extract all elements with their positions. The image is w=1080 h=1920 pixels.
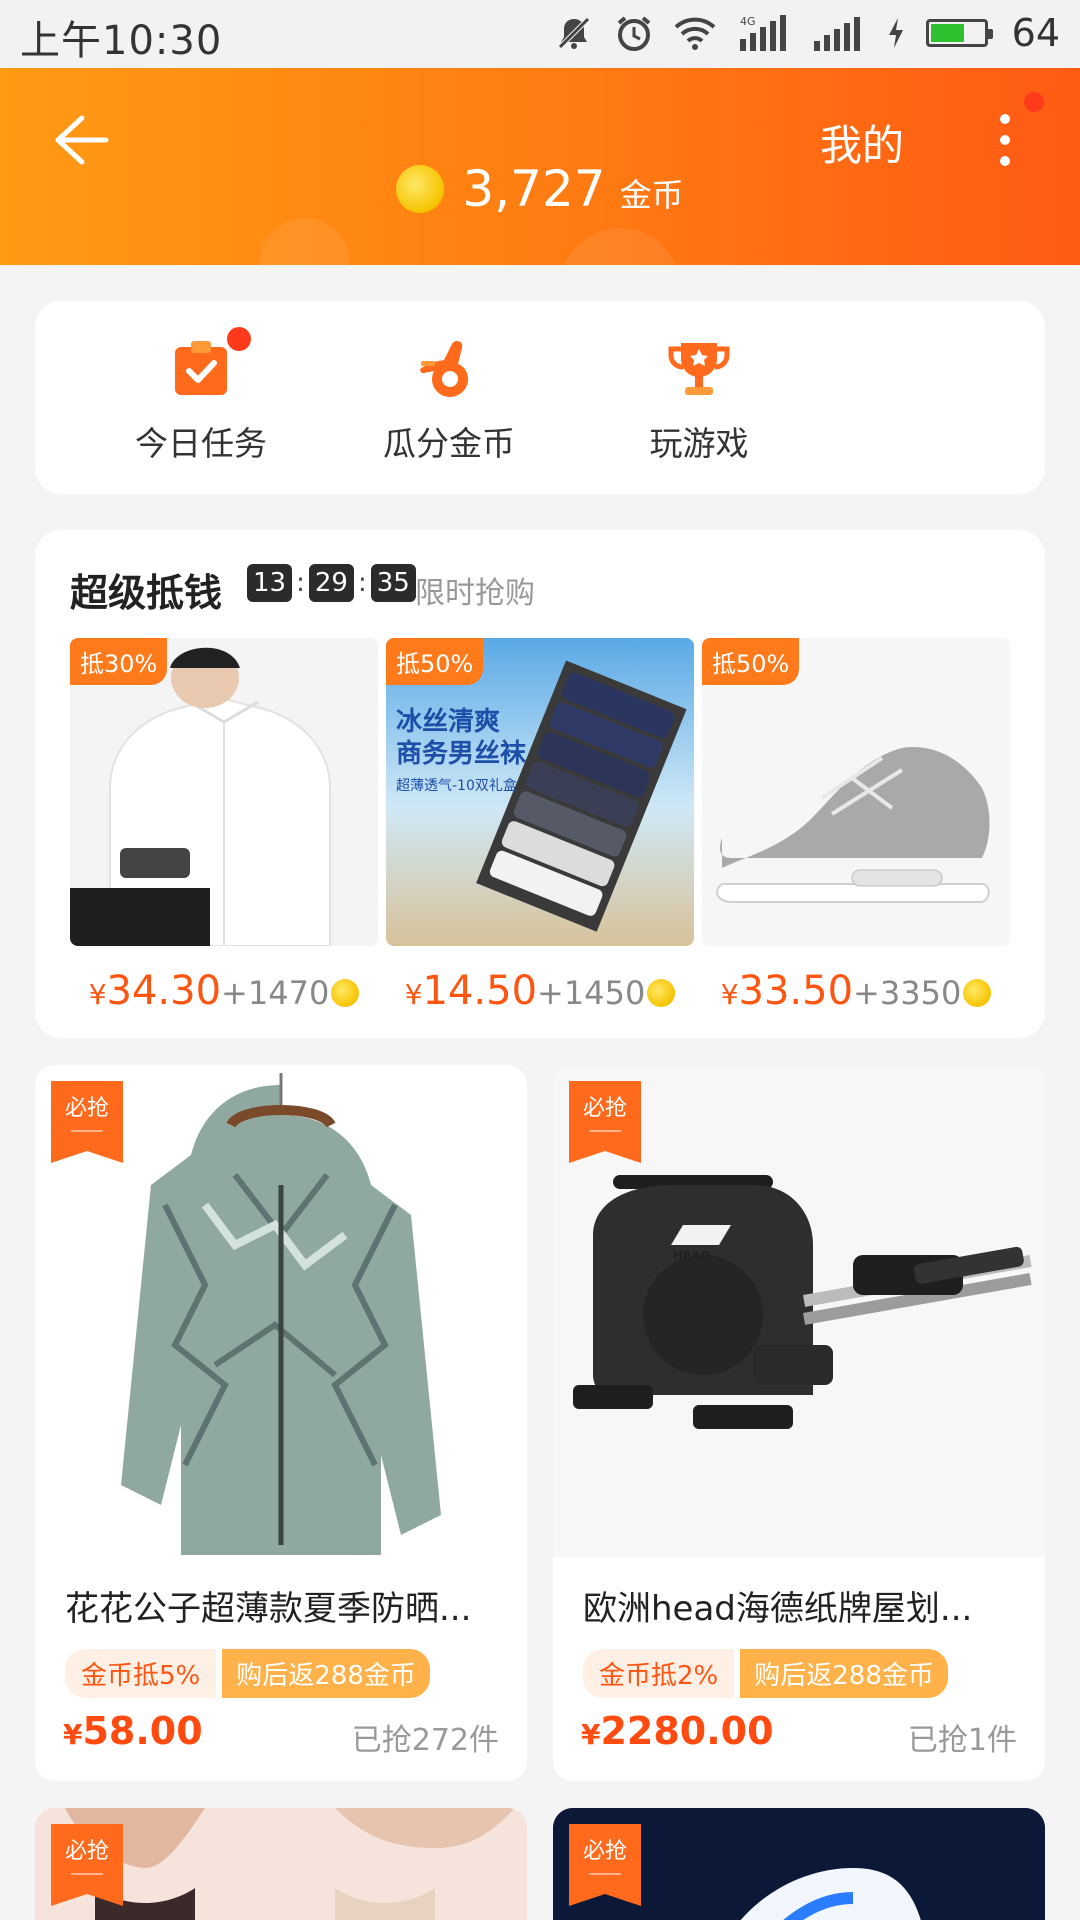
deal-coins: +1470 xyxy=(221,974,330,1012)
menu-item-daily-tasks[interactable]: 今日任务 xyxy=(101,327,301,465)
product-price: ¥58.00 xyxy=(63,1709,203,1753)
coin-icon xyxy=(331,979,360,1007)
must-grab-badge: 必抢 xyxy=(51,1824,123,1906)
product-price: ¥2280.00 xyxy=(581,1709,774,1753)
deal-price: ¥33.50 xyxy=(720,968,854,1014)
product-card[interactable]: 必抢 xyxy=(35,1808,527,1920)
product-name: 花花公子超薄款夏季防晒... xyxy=(65,1589,472,1629)
product-name: 欧洲head海德纸牌屋划... xyxy=(583,1589,973,1629)
task-clipboard-icon xyxy=(169,327,251,401)
coin-discount-tag: 金币抵5% xyxy=(65,1649,217,1698)
product-card[interactable]: 必抢 花花公子超薄款夏季防晒... 金币抵5% 购后返288金币 ¥58.00 … xyxy=(35,1065,527,1781)
svg-text:冰丝清爽: 冰丝清爽 xyxy=(396,707,500,737)
svg-text:商务男丝袜: 商务男丝袜 xyxy=(396,738,526,769)
deal-title: 超级抵钱 xyxy=(70,571,223,615)
deal-price-row: ¥33.50+3350 xyxy=(702,968,1010,1014)
deal-coins: +1450 xyxy=(537,974,646,1012)
sold-count: 已抢272件 xyxy=(351,1723,499,1758)
deal-coins: +3350 xyxy=(853,974,962,1012)
ok-hand-icon xyxy=(417,337,481,401)
deal-price: ¥14.50 xyxy=(404,968,538,1014)
coin-amount: 3,727 xyxy=(462,160,606,218)
mute-bell-icon xyxy=(554,13,594,53)
svg-text:必抢: 必抢 xyxy=(583,1096,627,1121)
battery-level: 64 xyxy=(1011,11,1060,55)
menu-label: 今日任务 xyxy=(135,424,267,463)
timer-separator: : xyxy=(296,568,305,598)
timer-hours: 13 xyxy=(247,564,293,602)
signal-4g-icon: 4G xyxy=(736,13,792,53)
more-dot-icon xyxy=(1000,114,1010,124)
coin-icon xyxy=(647,979,676,1007)
battery-fill xyxy=(930,24,964,42)
countdown-timer: 13 : 29 : 35 xyxy=(247,564,416,602)
super-deal-card: 超级抵钱 13 : 29 : 35 限时抢购 抵30% ¥34.30+1470 xyxy=(35,530,1045,1038)
must-grab-badge: 必抢 xyxy=(51,1081,123,1163)
timer-minutes: 29 xyxy=(308,564,354,602)
battery-icon xyxy=(925,19,993,47)
gold-coin-icon xyxy=(396,165,445,213)
product-image-jacket: 必抢 xyxy=(35,1065,527,1557)
product-card[interactable]: HEAD 必抢 欧洲head海德纸牌屋划... 金币抵2% 购后返288金币 ¥… xyxy=(553,1065,1045,1781)
product-image-rowing-machine: HEAD 必抢 xyxy=(553,1065,1045,1557)
product-tags: 金币抵2% 购后返288金币 xyxy=(583,1649,948,1698)
status-bar: 上午10:30 4G 64 xyxy=(0,0,1080,68)
deal-image-sneaker: 抵50% xyxy=(702,638,1010,946)
timer-seconds: 35 xyxy=(370,564,416,602)
coin-unit: 金币 xyxy=(619,176,684,214)
discount-tag: 抵50% xyxy=(386,638,484,685)
timer-separator: : xyxy=(357,568,367,598)
quick-menu-card: 今日任务 瓜分金币 玩游戏 xyxy=(35,301,1045,494)
discount-tag: 抵50% xyxy=(702,638,800,685)
product-card[interactable]: 必抢 xyxy=(553,1808,1045,1920)
menu-item-play-games[interactable]: 玩游戏 xyxy=(599,337,799,465)
signal-icon xyxy=(812,13,866,53)
deal-price-row: ¥34.30+1470 xyxy=(70,968,378,1014)
deal-image-shirt: 抵30% xyxy=(70,638,378,946)
alarm-clock-icon xyxy=(614,13,654,53)
svg-text:HEAD: HEAD xyxy=(673,1249,711,1263)
deal-item[interactable]: 冰丝清爽 商务男丝袜 超薄透气-10双礼盒 抵50% ¥14.50+1450 xyxy=(386,638,694,1014)
header-decoration xyxy=(260,218,350,265)
trophy-icon xyxy=(667,337,731,401)
menu-label: 玩游戏 xyxy=(649,424,749,463)
sold-count: 已抢1件 xyxy=(907,1723,1017,1758)
coin-return-tag: 购后返288金币 xyxy=(740,1649,948,1698)
must-grab-badge: 必抢 xyxy=(569,1081,641,1163)
deal-subtitle: 限时抢购 xyxy=(415,576,535,611)
coin-icon xyxy=(963,979,992,1007)
task-red-dot xyxy=(227,327,251,351)
coin-return-tag: 购后返288金币 xyxy=(222,1649,430,1698)
header-decoration xyxy=(560,228,680,265)
svg-text:必抢: 必抢 xyxy=(65,1096,109,1121)
coin-discount-tag: 金币抵2% xyxy=(583,1649,735,1698)
status-icons: 4G 64 xyxy=(554,10,1060,56)
coin-balance: 3,727 金币 xyxy=(0,160,1080,218)
svg-text:超薄透气-10双礼盒: 超薄透气-10双礼盒 xyxy=(396,777,517,794)
must-grab-badge: 必抢 xyxy=(569,1824,641,1906)
svg-text:必抢: 必抢 xyxy=(65,1839,109,1864)
wifi-icon xyxy=(674,15,716,51)
deal-price: ¥34.30 xyxy=(88,968,222,1014)
discount-tag: 抵30% xyxy=(70,638,168,685)
menu-label: 瓜分金币 xyxy=(383,424,515,463)
charging-icon xyxy=(886,16,906,50)
status-time: 上午10:30 xyxy=(20,18,223,64)
header: 我的 3,727 金币 xyxy=(0,68,1080,265)
menu-item-share-coins[interactable]: 瓜分金币 xyxy=(349,337,549,465)
svg-text:4G: 4G xyxy=(740,15,756,28)
deal-image-socks: 冰丝清爽 商务男丝袜 超薄透气-10双礼盒 抵50% xyxy=(386,638,694,946)
product-tags: 金币抵5% 购后返288金币 xyxy=(65,1649,430,1698)
svg-text:必抢: 必抢 xyxy=(583,1839,627,1864)
deal-price-row: ¥14.50+1450 xyxy=(386,968,694,1014)
more-dot-icon xyxy=(1000,135,1010,145)
notification-dot xyxy=(1024,92,1044,112)
deal-item[interactable]: 抵30% ¥34.30+1470 xyxy=(70,638,378,1014)
deal-item[interactable]: 抵50% ¥33.50+3350 xyxy=(702,638,1010,1014)
